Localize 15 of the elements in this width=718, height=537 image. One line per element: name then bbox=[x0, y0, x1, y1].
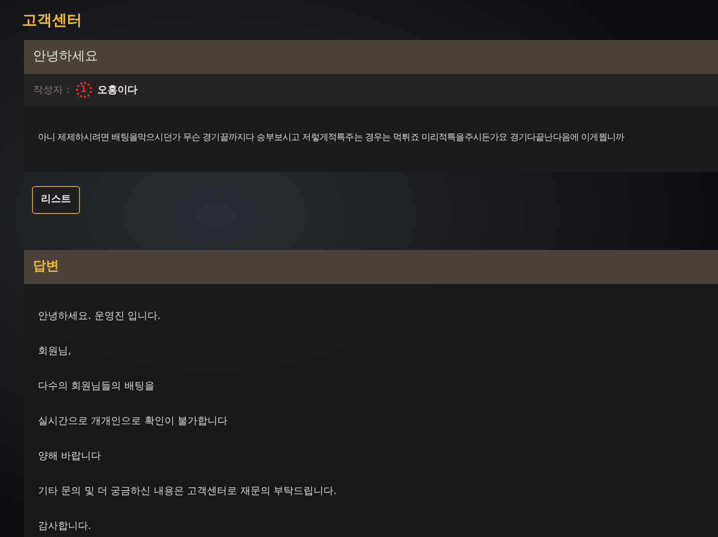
list-button[interactable]: 리스트 bbox=[32, 186, 80, 214]
author-name: 오홍이다 bbox=[98, 84, 138, 98]
answer-line: 안녕하세요. 운영진 입니다. bbox=[38, 310, 162, 324]
post-title: 안녕하세요 bbox=[33, 48, 98, 66]
answer-line: 기타 문의 및 더 궁금하신 내용은 고객센터로 재문의 부탁드립니다. bbox=[38, 485, 338, 499]
answer-line: 회원님, bbox=[38, 345, 72, 359]
answer-line: 양해 바랍니다 bbox=[38, 450, 102, 464]
level-badge: 1 bbox=[76, 82, 92, 98]
answer-line: 다수의 회원님들의 배팅을 bbox=[38, 380, 156, 394]
post-text: 아니 제제하시려면 배팅을막으시던가 무슨 경기끝까지다 승부보시고 저렇게적특주는 경우는 먹튀죠 미리적특을주시든가요 경기다끝난다음에 이게뭡니까 bbox=[38, 132, 624, 146]
author-label: 작성자 : bbox=[33, 84, 70, 98]
answer-line: 실시간으로 개개인으로 확인이 불가합니다 bbox=[38, 415, 229, 429]
answer-line: 감사합니다. bbox=[38, 520, 92, 534]
page-title: 고객센터 bbox=[22, 10, 82, 31]
answer-title: 답변 bbox=[33, 258, 59, 276]
